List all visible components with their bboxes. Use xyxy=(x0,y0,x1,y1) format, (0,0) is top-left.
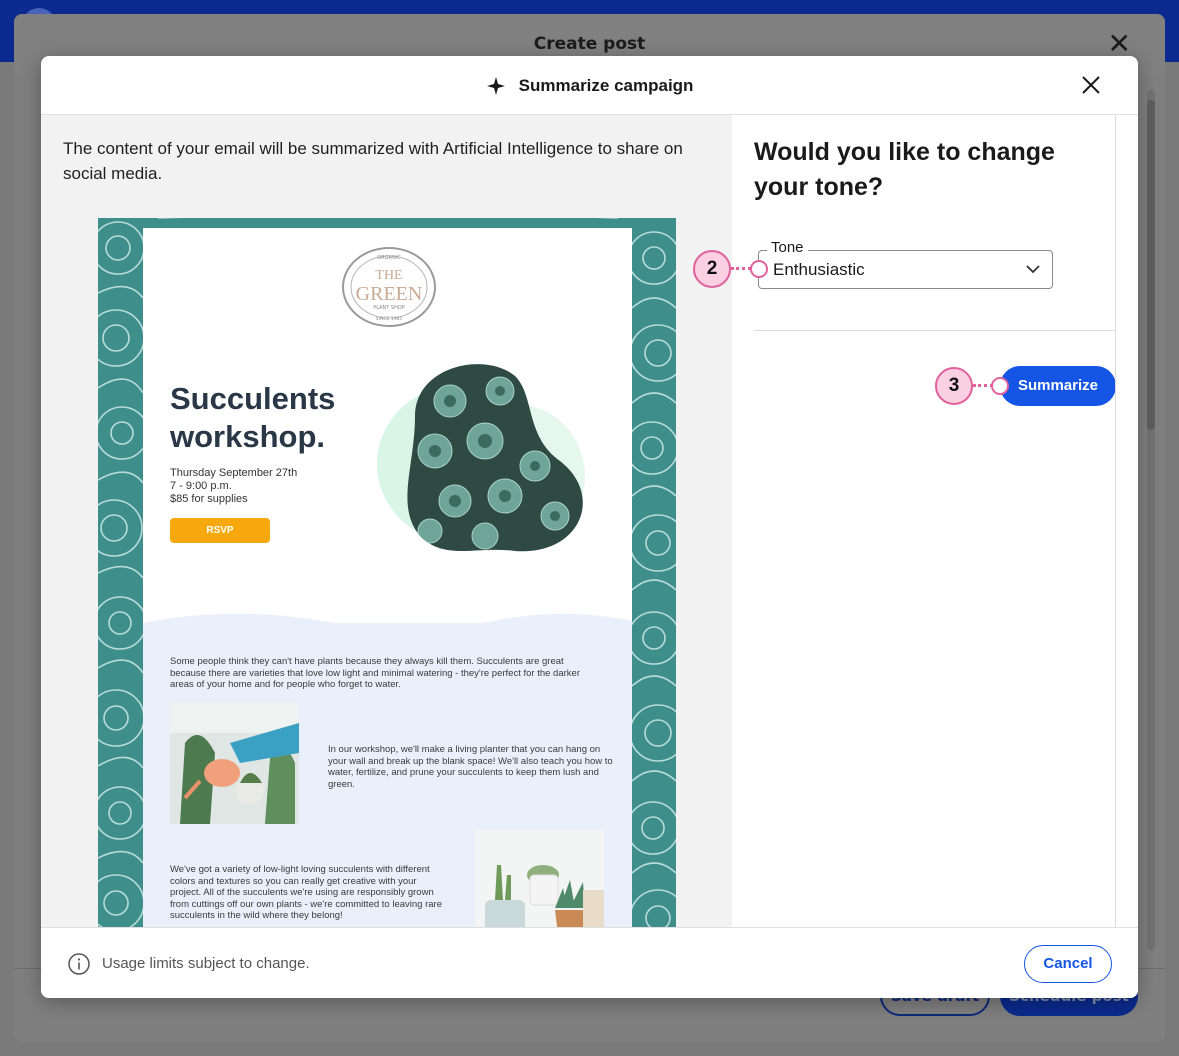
email-card: ORGANIC THE GREEN PLANT SHOP SINCE 1985 … xyxy=(143,228,632,927)
the-green-logo: ORGANIC THE GREEN PLANT SHOP SINCE 1985 xyxy=(342,247,436,327)
callout-connector-summarize xyxy=(973,384,993,387)
callout-badge-summarize: 3 xyxy=(935,367,973,405)
close-icon[interactable] xyxy=(1080,74,1102,96)
summarize-button[interactable]: Summarize xyxy=(1000,366,1116,406)
email-heading-line2: workshop. xyxy=(170,419,326,454)
chevron-down-icon xyxy=(1026,265,1040,274)
section-divider xyxy=(754,330,1116,331)
tone-heading: Would you like to change your tone? xyxy=(754,138,1055,201)
usage-note: Usage limits subject to change. xyxy=(102,955,310,972)
create-post-title: Create post xyxy=(533,34,646,54)
email-price: $85 for supplies xyxy=(170,493,248,505)
email-paragraph-1: Some people think they can't have plants… xyxy=(170,656,580,690)
scrollbar-thumb[interactable] xyxy=(1147,100,1155,430)
email-paragraph-3: We've got a variety of low-light loving … xyxy=(170,864,442,921)
svg-text:PLANT SHOP: PLANT SHOP xyxy=(373,305,405,311)
email-heading-line1: Succulents xyxy=(170,381,336,416)
email-preview: ORGANIC THE GREEN PLANT SHOP SINCE 1985 … xyxy=(98,218,676,927)
email-paragraph-2: In our workshop, we'll make a living pla… xyxy=(328,744,613,790)
email-rsvp-button: RSVP xyxy=(170,518,270,543)
tone-settings-pane: Would you like to change your tone? Tone… xyxy=(732,115,1138,927)
tone-select[interactable]: Tone Enthusiastic xyxy=(758,239,1053,289)
create-post-scrollbar[interactable] xyxy=(1147,90,1155,950)
modal-title: Summarize campaign xyxy=(518,75,694,95)
pane-divider xyxy=(1115,115,1116,927)
modal-header: Summarize campaign xyxy=(41,56,1138,115)
intro-text: The content of your email will be summar… xyxy=(63,139,683,183)
watering-photo xyxy=(170,703,299,824)
callout-marker-summarize xyxy=(991,377,1009,395)
email-heading: Succulents workshop. xyxy=(170,380,335,456)
svg-text:GREEN: GREEN xyxy=(356,283,423,305)
svg-text:ORGANIC: ORGANIC xyxy=(377,255,401,261)
summarize-campaign-modal: Summarize campaign The content of your e… xyxy=(41,56,1138,998)
succulent-pots-photo xyxy=(475,830,604,927)
callout-connector-tone xyxy=(731,267,751,270)
callout-badge-tone: 2 xyxy=(693,250,731,288)
modal-footer: Usage limits subject to change. Cancel xyxy=(41,927,1138,998)
email-event-details: Thursday September 27th 7 - 9:00 p.m. $8… xyxy=(170,467,297,506)
sparkle-icon xyxy=(486,76,505,95)
email-preview-pane: The content of your email will be summar… xyxy=(41,115,732,927)
wave-divider xyxy=(143,613,632,637)
tone-label: Tone xyxy=(767,239,808,256)
info-icon xyxy=(68,953,90,975)
create-post-close-icon[interactable]: ✕ xyxy=(1108,30,1131,58)
succulent-blob-image xyxy=(377,364,585,552)
svg-text:THE: THE xyxy=(375,268,402,283)
email-date: Thursday September 27th xyxy=(170,467,298,479)
svg-text:SINCE 1985: SINCE 1985 xyxy=(376,316,403,322)
email-time: 7 - 9:00 p.m. xyxy=(170,480,232,492)
cancel-button[interactable]: Cancel xyxy=(1024,945,1112,983)
tone-value: Enthusiastic xyxy=(773,260,865,279)
callout-marker-tone xyxy=(750,260,768,278)
